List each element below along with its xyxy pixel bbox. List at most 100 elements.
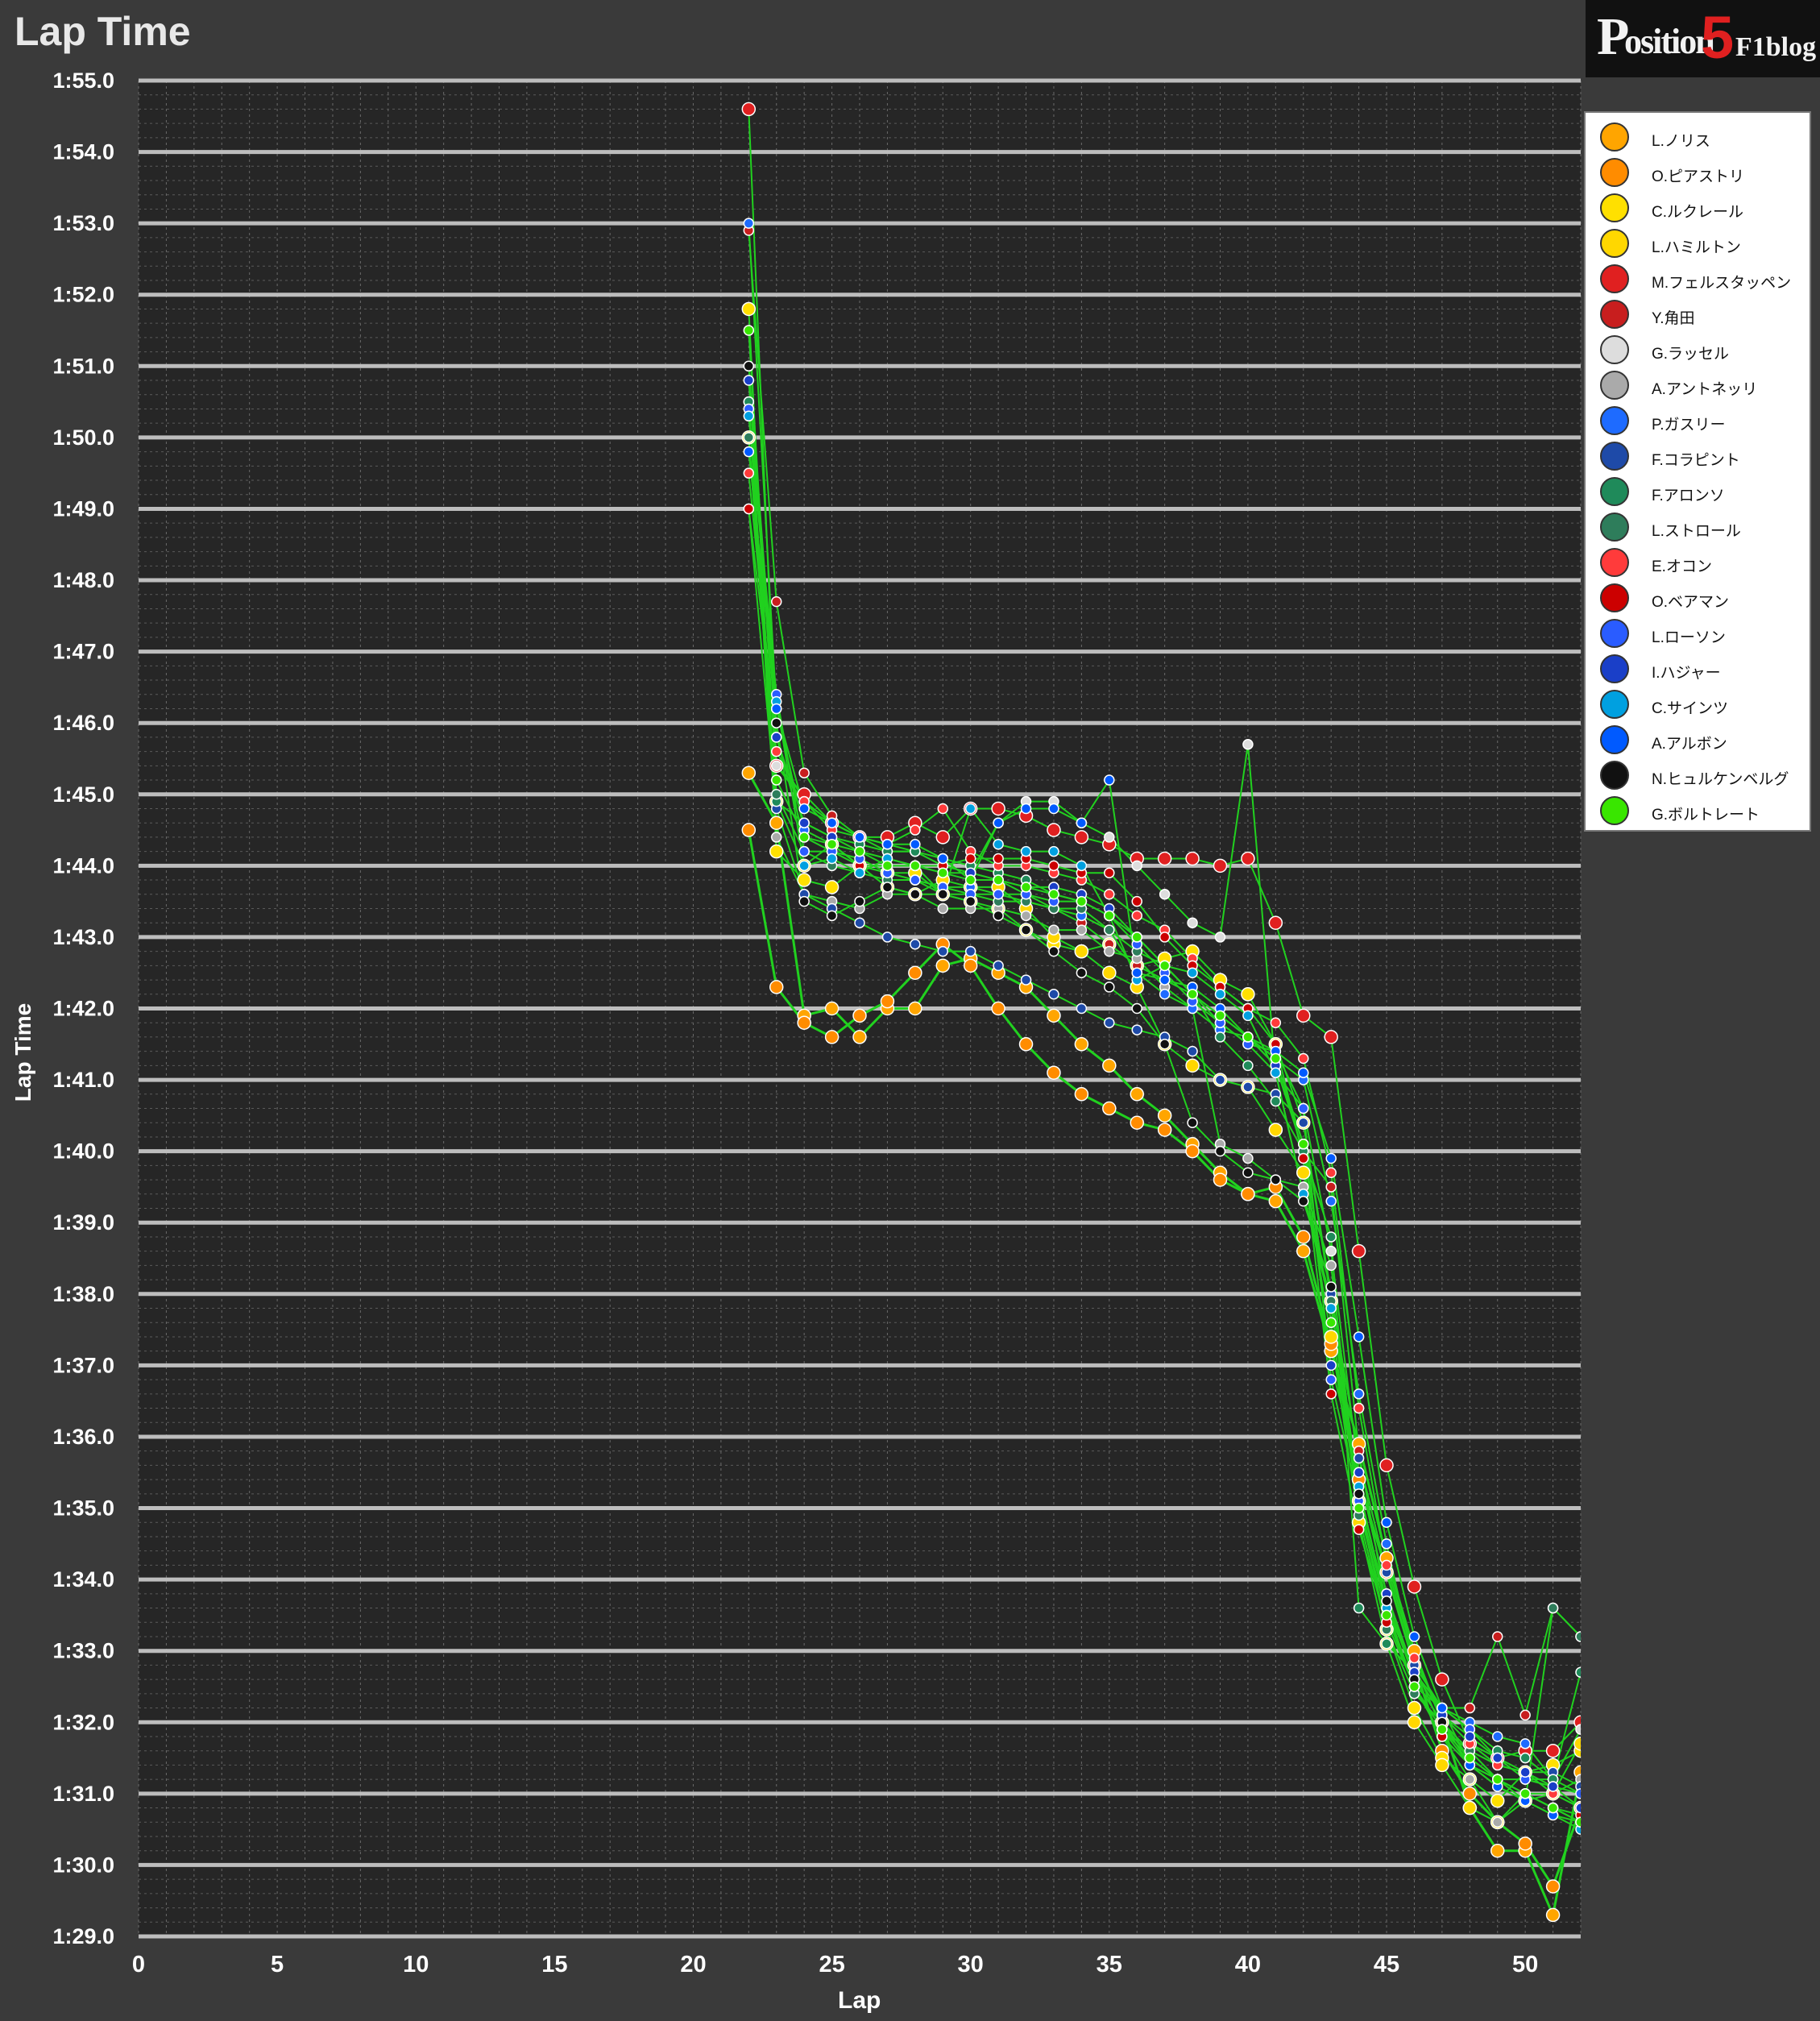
y-tick-label: 1:49.0 [52, 496, 114, 521]
y-tick-label: 1:40.0 [52, 1139, 114, 1164]
series-point [1241, 1187, 1255, 1201]
series-point [854, 895, 865, 907]
series-point [908, 1001, 922, 1016]
series-point [1407, 1715, 1422, 1730]
series-point [1325, 1259, 1337, 1272]
series-point [770, 596, 782, 608]
x-tick-label: 20 [680, 1952, 706, 1977]
series-point [1296, 1165, 1311, 1180]
series-point [1242, 1081, 1254, 1093]
series-point [1325, 1231, 1337, 1243]
legend-item: Y.角田 [1586, 297, 1810, 332]
y-tick-label: 1:46.0 [52, 711, 114, 735]
x-tick-label: 15 [541, 1952, 567, 1977]
williams-icon [1600, 725, 1629, 754]
series-point [881, 932, 893, 943]
series-point [1131, 895, 1142, 907]
series-point [1379, 1458, 1394, 1473]
series-point [1296, 1243, 1311, 1259]
series-point [1130, 1115, 1144, 1130]
legend-label: L.ノリス [1652, 133, 1710, 150]
series-point [1575, 1816, 1581, 1828]
series-point [1268, 1193, 1283, 1209]
series-point [1325, 1388, 1337, 1400]
series-point [964, 874, 976, 886]
x-tick-label: 40 [1235, 1952, 1261, 1977]
series-point [1020, 845, 1032, 857]
series-point [743, 375, 755, 386]
series-point [1074, 830, 1089, 845]
series-point [798, 817, 810, 828]
series-point [1157, 1108, 1172, 1123]
series-point [1185, 1143, 1200, 1159]
series-point [1464, 1752, 1476, 1764]
series-point [881, 839, 893, 850]
series-point [741, 102, 757, 117]
series-point [1381, 1609, 1392, 1621]
series-point [743, 446, 755, 458]
series-point [1519, 1752, 1531, 1764]
legend-item: I.ハジャー [1586, 651, 1810, 687]
series-point [1187, 989, 1198, 1000]
series-point [1325, 1317, 1337, 1328]
x-tick-label: 0 [132, 1952, 145, 1977]
series-point [826, 839, 838, 850]
series-point [1575, 1802, 1581, 1814]
series-point [1187, 967, 1198, 978]
series-point [1159, 932, 1171, 943]
series-point [1076, 860, 1088, 872]
legend-item: F.コラピント [1586, 438, 1810, 474]
y-tick-label: 1:51.0 [52, 354, 114, 378]
series-point [993, 889, 1004, 900]
series-point [854, 917, 865, 928]
series-point [1353, 1488, 1365, 1500]
series-point [1104, 981, 1115, 993]
series-point [1353, 1602, 1365, 1614]
series-point [1268, 915, 1283, 930]
series-point [1104, 774, 1115, 786]
series-point [1159, 889, 1171, 900]
series-point [1159, 1039, 1171, 1050]
sauber-icon [1600, 761, 1629, 790]
series-point [993, 817, 1004, 828]
series-point [1104, 910, 1115, 922]
legend-item: E.オコン [1586, 545, 1810, 580]
series-point [1104, 945, 1115, 957]
series-point [1296, 1230, 1311, 1244]
series-point [770, 717, 782, 728]
series-point [1104, 1017, 1115, 1028]
series-point [1270, 1174, 1282, 1185]
series-point [910, 874, 921, 886]
series-point [1131, 860, 1142, 872]
legend-label: E.オコン [1652, 558, 1712, 575]
series-point [741, 823, 757, 837]
series-point [1575, 1666, 1581, 1679]
series-point [1462, 1787, 1478, 1801]
legend-label: G.ラッセル [1652, 346, 1730, 363]
y-tick-label: 1:39.0 [52, 1210, 114, 1235]
series-point [854, 832, 865, 843]
y-tick-label: 1:38.0 [52, 1282, 114, 1306]
series-point [770, 703, 782, 715]
series-point [910, 860, 921, 872]
series-point [1102, 1101, 1117, 1116]
series-point [826, 853, 838, 865]
series-point [1547, 1602, 1559, 1614]
series-point [937, 867, 949, 878]
series-point [1464, 1731, 1476, 1742]
series-point [1408, 1652, 1420, 1664]
series-point [1131, 1002, 1142, 1015]
series-point [1131, 932, 1142, 943]
alpine-icon [1600, 406, 1629, 435]
series-point [1242, 1152, 1254, 1164]
series-point [1187, 1045, 1198, 1057]
series-point [743, 432, 755, 443]
legend-item: O.ピアストリ [1586, 155, 1810, 190]
series-point [1214, 1074, 1226, 1085]
series-point [935, 958, 951, 973]
y-tick-label: 1:44.0 [52, 853, 114, 878]
y-tick-label: 1:33.0 [52, 1639, 114, 1663]
series-point [1074, 1037, 1089, 1052]
series-point [1076, 895, 1088, 907]
series-point [937, 903, 949, 915]
